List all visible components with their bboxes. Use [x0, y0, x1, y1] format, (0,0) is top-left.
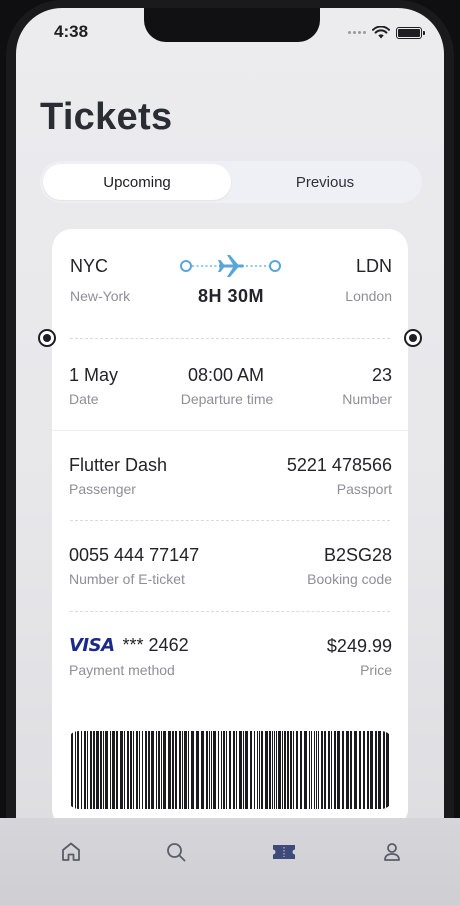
divider-dashed — [70, 520, 390, 521]
profile-icon — [384, 843, 400, 861]
number-label: Number — [342, 391, 392, 407]
passenger-label: Passenger — [69, 481, 136, 497]
payment-method-label: Payment method — [69, 662, 175, 678]
page-title: Tickets — [40, 96, 173, 138]
booking-code: B2SG28 — [323, 545, 392, 565]
flight-duration: 8H 30M — [197, 286, 265, 306]
number-value: 23 — [371, 365, 392, 385]
tab-upcoming[interactable]: Upcoming — [43, 164, 231, 200]
price-value: $249.99 — [326, 636, 392, 656]
notch — [144, 8, 320, 42]
visa-logo: VISA — [69, 635, 115, 656]
passenger-name: Flutter Dash — [69, 455, 168, 475]
signal-icon — [348, 31, 366, 34]
nav-profile[interactable] — [378, 838, 406, 866]
origin-code: NYC — [70, 256, 109, 276]
destination-code: LDN — [355, 256, 392, 276]
ticket-tabs: Upcoming Previous — [40, 161, 422, 203]
wifi-icon — [372, 26, 390, 39]
booking-code-label: Booking code — [307, 571, 392, 587]
payment-card: VISA *** 2462 — [69, 635, 189, 656]
origin-name: New-York — [70, 288, 131, 304]
destination-name: London — [345, 288, 392, 304]
price-label: Price — [360, 662, 392, 678]
home-icon — [62, 842, 80, 861]
ticket-icon — [273, 845, 295, 859]
flight-route — [180, 255, 281, 277]
ticket-perforation — [70, 338, 390, 339]
divider-dashed — [70, 611, 390, 612]
barcode-icon — [67, 731, 393, 809]
eticket-label: Number of E-ticket — [69, 571, 185, 587]
tab-previous[interactable]: Previous — [231, 164, 419, 200]
eticket-number: 0055 444 77147 — [69, 545, 200, 565]
nav-home[interactable] — [57, 838, 85, 866]
search-icon — [167, 843, 186, 862]
status-icons — [348, 26, 444, 39]
card-number: *** 2462 — [122, 635, 189, 655]
passport-value: 5221 478566 — [286, 455, 392, 475]
departure-label: Departure time — [180, 391, 274, 407]
nav-tickets[interactable] — [270, 838, 298, 866]
battery-icon — [396, 26, 425, 39]
date-label: Date — [69, 391, 99, 407]
ticket-barcode — [67, 731, 393, 809]
date-value: 1 May — [69, 365, 119, 385]
departure-value: 08:00 AM — [187, 365, 265, 385]
status-time: 4:38 — [54, 22, 89, 41]
airplane-icon — [218, 255, 244, 277]
nav-search[interactable] — [162, 838, 190, 866]
divider — [52, 430, 408, 431]
passport-label: Passport — [336, 481, 392, 497]
ticket-punch-left — [38, 329, 56, 347]
ticket-punch-right — [404, 329, 422, 347]
